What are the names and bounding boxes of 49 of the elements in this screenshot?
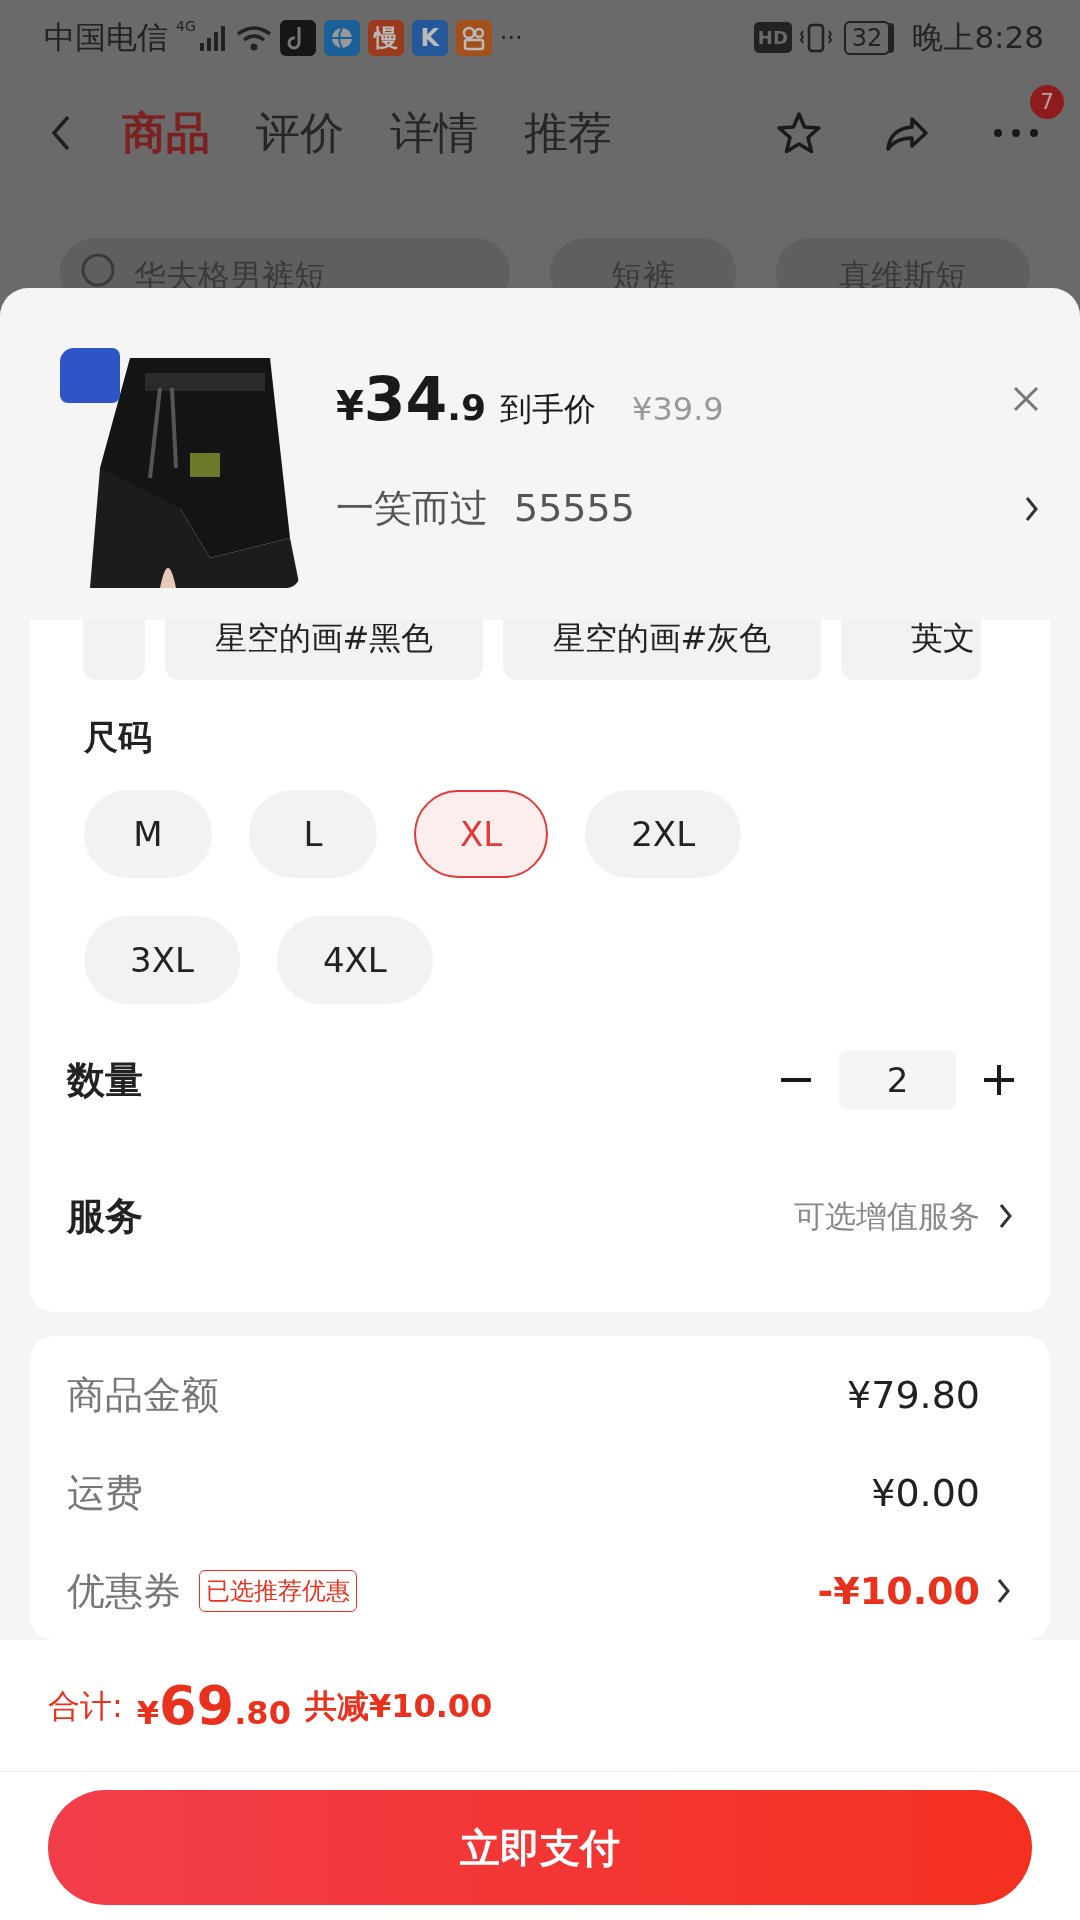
summary-value: ¥79.80: [847, 1371, 980, 1419]
color-chip[interactable]: 星空的画#黑色: [165, 620, 483, 680]
app-icon: K: [411, 19, 448, 56]
service-label: 服务: [67, 1192, 143, 1240]
size-option[interactable]: 4XL: [276, 916, 433, 1004]
size-option[interactable]: XL: [414, 790, 549, 878]
more-notifications: ···: [499, 22, 523, 54]
clock-time: 晚上8:28: [912, 18, 1044, 58]
service-option[interactable]: 可选增值服务: [794, 1192, 980, 1240]
nav-tab[interactable]: 推荐: [524, 99, 612, 166]
nav-tab[interactable]: 详情: [390, 99, 478, 166]
summary-value: ¥0.00: [871, 1469, 980, 1517]
size-option[interactable]: 3XL: [84, 916, 240, 1004]
section-title: 尺码: [83, 716, 153, 759]
summary-label: 运费: [67, 1469, 143, 1517]
quantity-field[interactable]: 2: [839, 1050, 956, 1110]
size-option[interactable]: L: [249, 790, 377, 878]
battery-level: 32: [843, 20, 891, 55]
nav-tab[interactable]: 评价: [256, 99, 344, 166]
summary-label: 优惠券: [67, 1567, 181, 1615]
summary-label: 商品金额: [67, 1371, 219, 1419]
network-type: 4G: [176, 17, 196, 36]
chevron-icon[interactable]: [998, 1202, 1014, 1230]
notification-badge: 7: [1030, 84, 1064, 119]
size-option[interactable]: 2XL: [585, 790, 742, 878]
price-label: 到手价: [500, 389, 597, 430]
seller-code: 55555: [514, 485, 635, 532]
total-label: 合计:: [48, 1685, 123, 1727]
carrier-name: 中国电信: [44, 18, 168, 58]
chevron-icon[interactable]: [996, 1577, 1012, 1605]
color-chip[interactable]: 英文: [841, 620, 981, 680]
total-discount: 共减¥10.00: [304, 1685, 493, 1727]
coupon-tag: 已选推荐优惠: [199, 1570, 357, 1612]
size-option[interactable]: M: [84, 790, 212, 878]
color-chip[interactable]: 星空的画#灰色: [503, 620, 821, 680]
total-price: ¥69.80: [136, 1673, 291, 1739]
pay-button[interactable]: 立即支付: [48, 1790, 1032, 1905]
hd-badge: HD: [753, 22, 792, 53]
plus-icon[interactable]: [984, 1065, 1014, 1095]
wifi-icon: [235, 23, 272, 52]
current-price: ¥34.9: [336, 363, 487, 436]
chevron-icon[interactable]: [1024, 494, 1040, 523]
original-price: ¥39.9: [632, 389, 724, 430]
seller-name: 一笑而过: [336, 485, 488, 532]
discount-amount: -¥10.00: [817, 1567, 980, 1615]
close-icon[interactable]: [1012, 385, 1040, 413]
quantity-label: 数量: [67, 1056, 143, 1104]
star-icon[interactable]: [774, 109, 824, 156]
app-icon: 慢: [367, 19, 404, 56]
